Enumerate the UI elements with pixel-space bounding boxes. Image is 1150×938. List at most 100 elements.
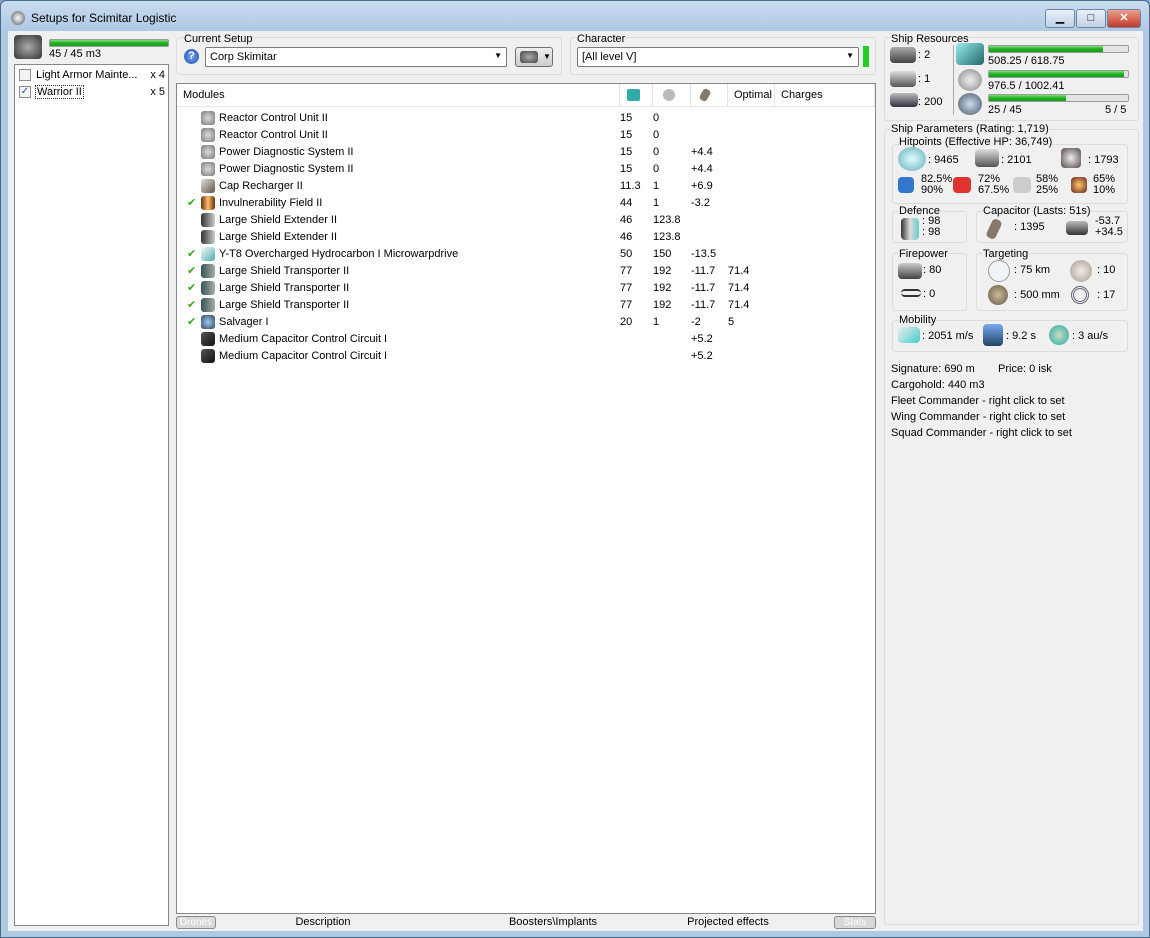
column-header-modules[interactable]: Modules [177,84,620,106]
column-header-charges[interactable]: Charges [775,84,875,106]
help-icon[interactable]: ? [184,49,199,64]
module-row[interactable]: Medium Capacitor Control Circuit I +5.2 [177,347,875,364]
drone-bay-bar [50,40,168,46]
module-row[interactable]: Large Shield Extender II 46 123.8 [177,211,875,228]
microwarpdrive-icon [201,246,215,261]
sensor-strength: : 17 [1097,289,1116,301]
module-optimal [728,109,775,126]
drone-item[interactable]: Light Armor Mainte... x 4 [19,68,165,83]
module-cpu: 44 [620,196,633,209]
module-row[interactable]: ✔ Large Shield Transporter II 77 192 -11… [177,296,875,313]
module-cpu: 46 [620,230,633,243]
module-row[interactable]: ✔ Y-T8 Overcharged Hydrocarbon I Microwa… [177,245,875,262]
divider [953,45,954,115]
fleet-commander[interactable]: Fleet Commander - right click to set [891,395,1065,407]
signature-radius: Signature: 690 m [891,363,975,375]
firepower-group [892,253,967,311]
module-cpu: 77 [620,281,633,294]
tab-drones[interactable]: Drones [176,916,216,929]
column-header-optimal[interactable]: Optimal [728,84,775,106]
ship-menu-button[interactable]: ▼ [515,47,553,67]
module-row[interactable]: Reactor Control Unit II 15 0 [177,126,875,143]
module-optimal [728,245,775,262]
module-name: Medium Capacitor Control Circuit I [219,349,388,362]
module-charges [775,347,875,364]
thermal-resist-icon [953,177,971,193]
module-name: Large Shield Extender II [219,213,338,226]
wing-commander[interactable]: Wing Commander - right click to set [891,411,1065,423]
column-header-cpu[interactable] [620,84,653,106]
drone-checkbox-checked[interactable]: ✓ [19,86,31,98]
module-row[interactable]: Large Shield Extender II 46 123.8 [177,228,875,245]
close-button[interactable]: ✕ [1107,9,1141,28]
module-optimal: 71.4 [728,281,750,294]
em-resist: 82.5% 90% [921,173,953,196]
cpu-icon [627,89,640,101]
module-name: Y-T8 Overcharged Hydrocarbon I Microwarp… [219,247,459,260]
module-cpu: 15 [620,111,633,124]
drone-bay-icon [14,35,42,59]
squad-commander[interactable]: Squad Commander - right click to set [891,427,1072,439]
column-header-powergrid[interactable] [653,84,691,106]
setup-select[interactable]: Corp Skimitar ▼ [205,47,507,67]
column-header-capacitor[interactable] [691,84,728,106]
powergrid-icon [663,89,675,101]
tab-boosters-implants[interactable]: Boosters\Implants [453,915,653,930]
module-optimal [728,194,775,211]
module-row[interactable]: ✔ Invulnerability Field II 44 1 -3.2 [177,194,875,211]
drone-bay-value: 45 / 45 m3 [49,48,101,60]
drone-item[interactable]: ✓ Warrior II x 5 [19,85,165,100]
tab-projected-effects[interactable]: Projected effects [628,915,828,930]
app-window: Setups for Scimitar Logistic ▁ □ ✕ 45 / … [0,0,1150,938]
module-row[interactable]: ✔ Large Shield Transporter II 77 192 -11… [177,262,875,279]
tab-stats[interactable]: Stats [834,916,876,929]
module-name: Invulnerability Field II [219,196,323,209]
drone-count: x 4 [150,69,165,81]
module-powergrid: 1 [653,179,660,192]
module-charges [775,262,875,279]
minimize-button[interactable]: ▁ [1045,9,1075,28]
module-capacitor [691,228,728,245]
maximize-button[interactable]: □ [1076,9,1106,28]
character-select[interactable]: [All level V] ▼ [577,47,859,67]
active-check-icon: ✔ [187,299,197,311]
character-label: Character [577,33,626,45]
module-powergrid: 192 [653,264,672,277]
powergrid-value: 976.5 / 1002.41 [988,80,1065,92]
shield-transporter-icon [201,263,215,278]
dps-icon [898,263,922,279]
module-row[interactable]: Cap Recharger II 11.3 1 +6.9 [177,177,875,194]
module-row[interactable]: Medium Capacitor Control Circuit I +5.2 [177,330,875,347]
defence-shield-icon [901,218,919,240]
module-row[interactable]: Power Diagnostic System II 15 0 +4.4 [177,143,875,160]
drone-count: x 5 [150,86,165,98]
module-charges [775,330,875,347]
drone-checkbox[interactable] [19,69,31,81]
active-check-icon: ✔ [187,197,197,209]
module-capacitor: -2 [691,315,701,328]
align-time: : 9.2 s [1006,330,1036,342]
module-powergrid: 192 [653,298,672,311]
drone-name: Warrior II [35,85,84,99]
shield-extender-icon [201,229,215,244]
module-row[interactable]: ✔ Salvager I 20 1 -2 5 [177,313,875,330]
capacitor-delta: -53.7 +34.5 [1095,215,1123,238]
module-cpu: 46 [620,213,633,226]
module-powergrid: 0 [653,111,660,124]
module-cpu: 11.3 [620,179,641,192]
module-optimal [728,143,775,160]
dps-value: : 80 [923,264,942,276]
module-name: Large Shield Transporter II [219,281,350,294]
module-row[interactable]: Reactor Control Unit II 15 0 [177,109,875,126]
capacitor-label: Capacitor (Lasts: 51s) [983,205,1091,217]
module-row[interactable]: ✔ Large Shield Transporter II 77 192 -11… [177,279,875,296]
rig-icon [201,348,215,363]
max-targets: : 10 [1097,264,1116,276]
invulnerability-field-icon [201,195,215,210]
module-row[interactable]: Power Diagnostic System II 15 0 +4.4 [177,160,875,177]
max-targets-icon [1070,260,1092,282]
module-cpu: 15 [620,162,633,175]
module-optimal: 5 [728,315,735,328]
shield-hp-icon [898,147,926,171]
tab-description[interactable]: Description [223,915,423,930]
